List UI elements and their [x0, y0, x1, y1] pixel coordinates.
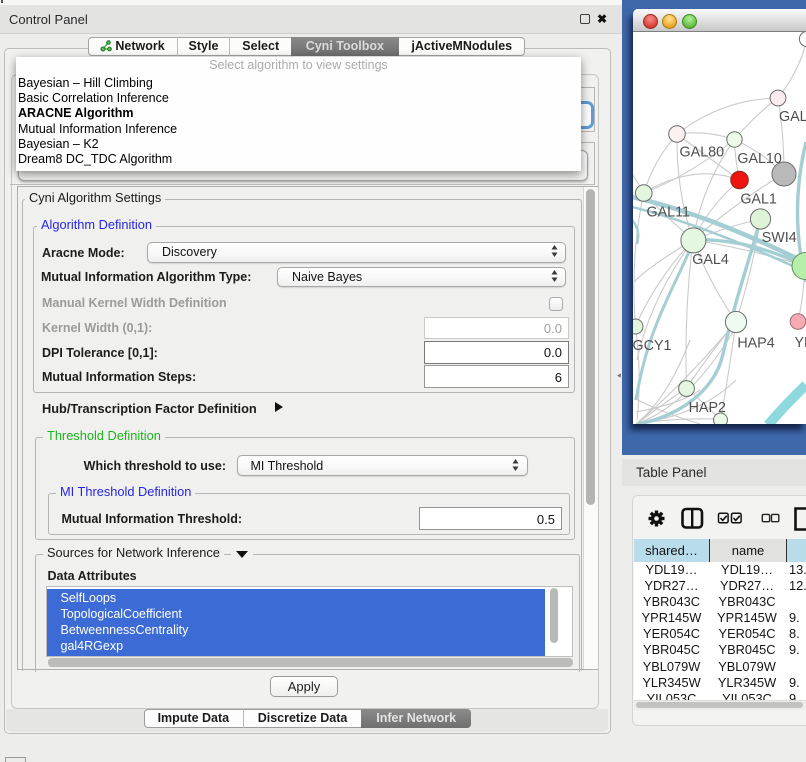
svg-text:GAL11: GAL11 [646, 205, 689, 221]
svg-text:SWI4: SWI4 [762, 230, 797, 246]
svg-text:GAL2: GAL2 [779, 109, 806, 125]
svg-text:YE: YE [795, 335, 806, 351]
svg-text:HAP4: HAP4 [737, 336, 774, 352]
svg-text:GCY1: GCY1 [633, 338, 672, 354]
svg-text:HAP2: HAP2 [689, 400, 726, 416]
svg-text:GAL10: GAL10 [737, 151, 782, 167]
svg-text:GAL4: GAL4 [692, 252, 729, 268]
svg-text:GAL80: GAL80 [680, 145, 725, 161]
svg-text:GAL1: GAL1 [740, 192, 777, 208]
